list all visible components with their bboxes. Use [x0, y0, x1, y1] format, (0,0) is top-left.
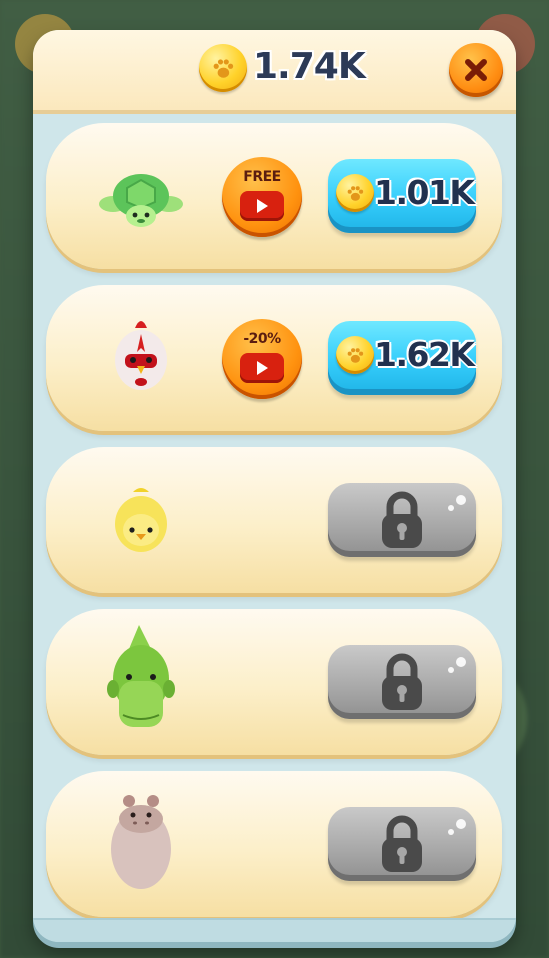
- watch-ad-discount-button[interactable]: -20%: [222, 319, 302, 399]
- lock-icon: [382, 815, 422, 872]
- price-label: 1.62K: [374, 335, 475, 374]
- animal-row-turtle: FREE 1.01K: [46, 123, 502, 269]
- locked-button[interactable]: [328, 807, 476, 881]
- close-button[interactable]: [449, 43, 503, 97]
- animal-row-chick: [46, 447, 502, 593]
- shop-panel: 1.74K FREE 1.01K -20% 1.62K: [33, 30, 516, 942]
- crocodile-icon: [107, 625, 175, 727]
- ad-label: -20%: [243, 331, 281, 347]
- paw-coin-icon: [199, 44, 247, 92]
- close-x-icon: [465, 59, 487, 81]
- ad-label: FREE: [243, 169, 281, 185]
- animal-row-hippo: [46, 771, 502, 917]
- paw-coin-icon: [336, 174, 374, 212]
- buy-button[interactable]: 1.01K: [328, 159, 476, 233]
- lock-icon: [382, 653, 422, 710]
- balance-amount: 1.74K: [253, 46, 366, 87]
- video-play-icon: [240, 191, 284, 221]
- turtle-icon: [99, 174, 183, 227]
- video-play-icon: [240, 353, 284, 383]
- animal-row-crocodile: [46, 609, 502, 755]
- chick-icon: [115, 488, 167, 552]
- buy-button[interactable]: 1.62K: [328, 321, 476, 395]
- panel-footer: [33, 918, 516, 942]
- rooster-icon: [115, 321, 167, 390]
- price-label: 1.01K: [374, 173, 475, 212]
- watch-ad-free-button[interactable]: FREE: [222, 157, 302, 237]
- panel-header: 1.74K: [33, 30, 516, 114]
- animal-row-rooster: -20% 1.62K: [46, 285, 502, 431]
- locked-button[interactable]: [328, 483, 476, 557]
- locked-button[interactable]: [328, 645, 476, 719]
- hippo-icon: [111, 795, 171, 889]
- lock-icon: [382, 491, 422, 548]
- paw-coin-icon: [336, 336, 374, 374]
